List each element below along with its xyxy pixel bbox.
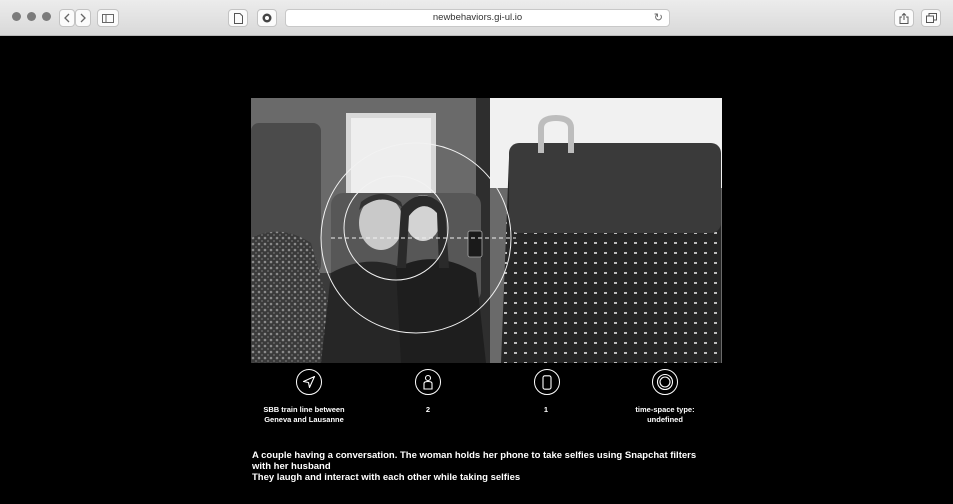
observation-description: A couple having a conversation. The woma… bbox=[252, 450, 732, 483]
share-icon bbox=[899, 12, 909, 24]
target-circle-icon bbox=[652, 369, 678, 395]
description-line: A couple having a conversation. The woma… bbox=[252, 450, 697, 461]
time-space-type-label: time-space type: undefined bbox=[635, 405, 695, 424]
location-arrow-icon bbox=[296, 369, 322, 395]
photo-illustration bbox=[251, 98, 722, 363]
browser-toolbar: newbehaviors.gi-ul.io ↻ bbox=[0, 0, 953, 36]
people-count-label: 2 bbox=[425, 405, 431, 414]
sidebar-icon bbox=[102, 13, 114, 23]
reload-icon[interactable]: ↻ bbox=[654, 11, 663, 24]
tabs-button[interactable] bbox=[921, 9, 941, 27]
description-line: with her husband bbox=[252, 461, 331, 472]
minimize-window-button[interactable] bbox=[27, 12, 36, 21]
page-icon bbox=[233, 12, 243, 24]
forward-button[interactable] bbox=[75, 9, 91, 27]
url-text: newbehaviors.gi-ul.io bbox=[432, 12, 523, 23]
description-line: They laugh and interact with each other … bbox=[252, 472, 521, 483]
reader-button[interactable] bbox=[228, 9, 248, 27]
shield-icon bbox=[262, 13, 272, 23]
device-count-label: 1 bbox=[543, 405, 549, 414]
zoom-window-button[interactable] bbox=[42, 12, 51, 21]
train-selfie-photo bbox=[251, 98, 722, 363]
chevron-right-icon bbox=[80, 13, 86, 23]
sidebar-button[interactable] bbox=[97, 9, 119, 27]
share-button[interactable] bbox=[894, 9, 914, 27]
person-icon bbox=[415, 369, 441, 395]
close-window-button[interactable] bbox=[12, 12, 21, 21]
tabs-icon bbox=[925, 13, 937, 23]
back-button[interactable] bbox=[59, 9, 75, 27]
location-label: SBB train line between Geneva and Lausan… bbox=[263, 405, 345, 424]
chevron-left-icon bbox=[64, 13, 70, 23]
extension-button[interactable] bbox=[257, 9, 277, 27]
phone-icon bbox=[534, 369, 560, 395]
address-bar[interactable]: newbehaviors.gi-ul.io ↻ bbox=[285, 9, 670, 27]
